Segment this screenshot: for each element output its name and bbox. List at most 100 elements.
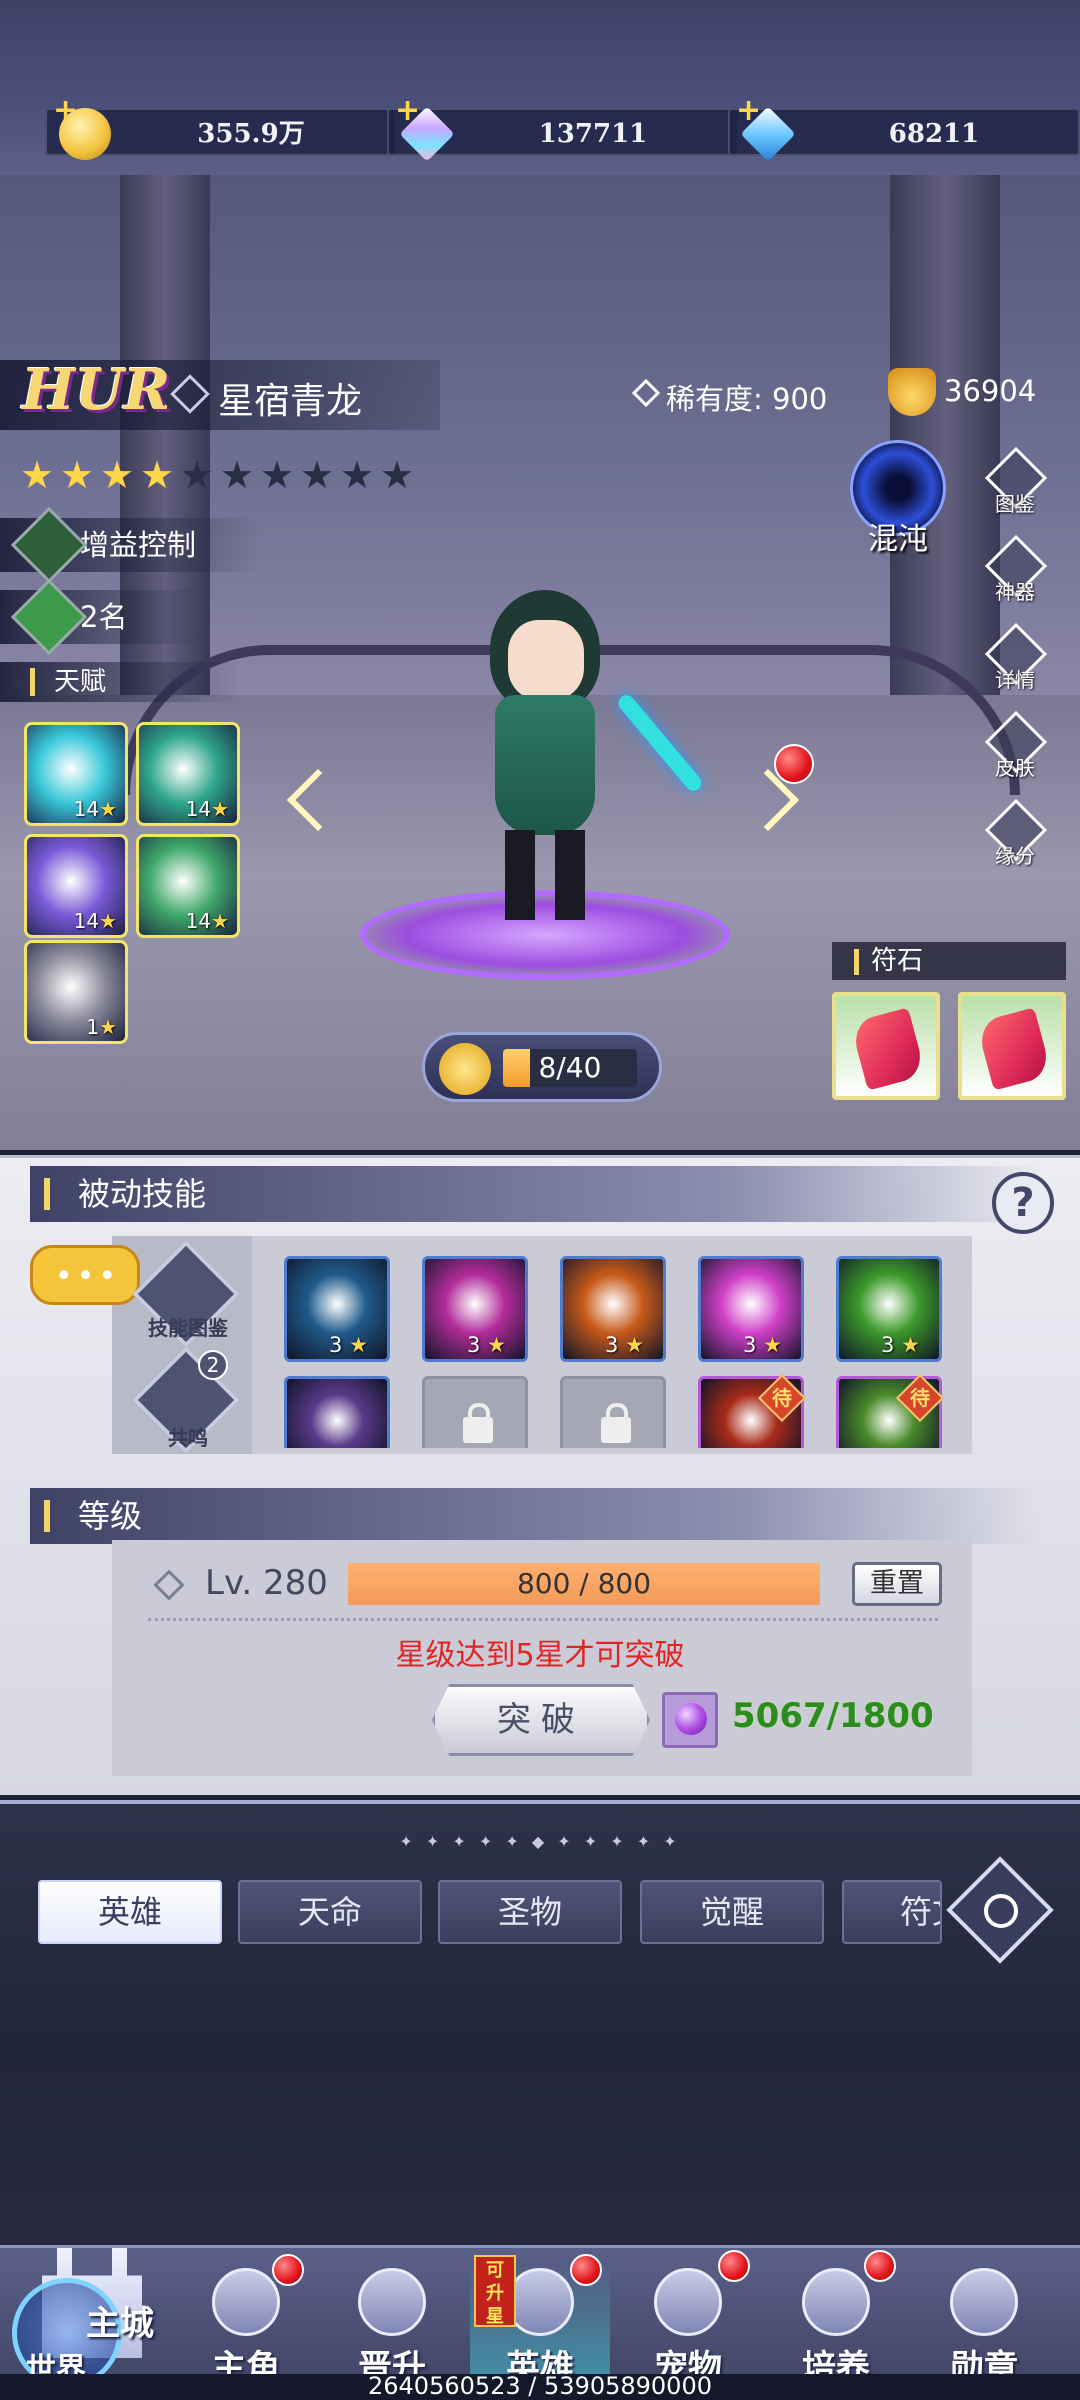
passive-skill[interactable]: 3 ★ bbox=[836, 1256, 942, 1362]
plus-icon[interactable]: + bbox=[395, 96, 420, 126]
background-pillar bbox=[890, 175, 1000, 695]
compendium-button[interactable]: 图鉴 bbox=[982, 446, 1048, 516]
talent-header: 天赋 bbox=[0, 662, 240, 702]
talent-level: 14 bbox=[185, 797, 212, 821]
artifact-button[interactable]: 神器 bbox=[982, 534, 1048, 604]
rune-slot[interactable] bbox=[958, 992, 1066, 1100]
header-accent bbox=[44, 1178, 50, 1210]
gold-currency[interactable]: + 355.9万 bbox=[45, 96, 397, 160]
skill-level-text: 3 bbox=[329, 1333, 343, 1357]
passive-skill[interactable]: 3 ★ bbox=[698, 1256, 804, 1362]
breakthrough-material-icon[interactable] bbox=[662, 1692, 718, 1748]
ornament-divider: ✦ ✦ ✦ ✦ ✦ ◆ ✦ ✦ ✦ ✦ ✦ bbox=[399, 1832, 681, 1851]
star-empty-icon: ★ bbox=[259, 453, 295, 497]
passive-skill[interactable]: 待 bbox=[836, 1373, 945, 1448]
level-value: Lv. 280 bbox=[205, 1563, 328, 1603]
tab-rune[interactable]: 符文 bbox=[842, 1880, 942, 1944]
passive-skill-level: 3 ★ bbox=[605, 1333, 644, 1357]
passive-skill[interactable] bbox=[284, 1376, 390, 1448]
skill-level-text: 3 bbox=[881, 1333, 895, 1357]
can-upgrade-star-badge: 可升星 bbox=[474, 2255, 516, 2327]
lock-icon bbox=[601, 1403, 631, 1443]
passive-skill-level: 3 ★ bbox=[881, 1333, 920, 1357]
locked-skill-slot[interactable] bbox=[422, 1376, 528, 1448]
talent-skill[interactable]: 14★ bbox=[136, 722, 240, 826]
rune-gem-icon bbox=[975, 1007, 1053, 1091]
level-header: 等级 bbox=[30, 1488, 1040, 1544]
star-icon: ★ bbox=[211, 909, 229, 933]
star-icon: ★ bbox=[349, 1333, 368, 1357]
weapon-slot[interactable]: 1★ bbox=[24, 940, 128, 1044]
helmet-icon bbox=[506, 2268, 574, 2336]
element-label: 混沌 bbox=[868, 522, 928, 557]
star-icon: ★ bbox=[211, 797, 229, 821]
star-empty-icon: ★ bbox=[379, 453, 415, 497]
main-city-button[interactable]: 主城 世界 bbox=[12, 2218, 172, 2388]
bond-button[interactable]: 缘分 bbox=[982, 798, 1048, 868]
talent-level: 14 bbox=[185, 909, 212, 933]
rune-gem-icon bbox=[849, 1007, 927, 1091]
star-filled-icon: ★ bbox=[139, 453, 175, 497]
star-icon: ★ bbox=[99, 1015, 117, 1039]
talent-level: 14 bbox=[73, 797, 100, 821]
red-notification-dot bbox=[570, 2254, 602, 2286]
passive-skill[interactable]: 待 bbox=[698, 1373, 807, 1448]
passive-skill[interactable]: 3 ★ bbox=[560, 1256, 666, 1362]
star-icon: ★ bbox=[901, 1333, 920, 1357]
hero-grade: HUR bbox=[22, 357, 171, 423]
talent-skill[interactable]: 14★ bbox=[24, 834, 128, 938]
tab-destiny[interactable]: 天命 bbox=[238, 1880, 422, 1944]
crown-power-icon bbox=[888, 368, 936, 416]
tab-relic[interactable]: 圣物 bbox=[438, 1880, 622, 1944]
star-upgrade-icon bbox=[439, 1043, 491, 1095]
rainbow-diamond-currency[interactable]: + 137711 bbox=[387, 96, 739, 162]
star-icon: ★ bbox=[99, 909, 117, 933]
rarity-text: 稀有度: 900 bbox=[666, 382, 828, 416]
star-filled-icon: ★ bbox=[59, 453, 95, 497]
locked-skill-slot[interactable] bbox=[560, 1376, 666, 1448]
rune-slot[interactable] bbox=[832, 992, 940, 1100]
help-button[interactable]: ? bbox=[992, 1172, 1054, 1234]
star-icon: ★ bbox=[625, 1333, 644, 1357]
talent-skill[interactable]: 14★ bbox=[136, 834, 240, 938]
plus-icon[interactable]: + bbox=[736, 96, 761, 126]
star-progress-text: 8/40 bbox=[538, 1051, 602, 1084]
compass-icon bbox=[802, 2268, 870, 2336]
skin-label: 皮肤 bbox=[995, 756, 1035, 780]
skill-level-text: 3 bbox=[605, 1333, 619, 1357]
red-notification-dot bbox=[774, 744, 814, 784]
hero-leg bbox=[555, 830, 585, 920]
blue-diamond-currency[interactable]: + 68211 bbox=[728, 96, 1080, 162]
skill-level-text: 3 bbox=[467, 1333, 481, 1357]
protagonist-icon bbox=[212, 2268, 280, 2336]
hero-rank-tag[interactable]: 2名 bbox=[0, 578, 200, 656]
skill-level-text: 3 bbox=[743, 1333, 757, 1357]
tab-awaken[interactable]: 觉醒 bbox=[640, 1880, 824, 1944]
compendium-label: 图鉴 bbox=[995, 492, 1035, 516]
star-progress[interactable]: 8/40 bbox=[422, 1032, 662, 1102]
chat-bubble-button[interactable]: ••• bbox=[30, 1245, 140, 1305]
passive-skill[interactable]: 3 ★ bbox=[284, 1256, 390, 1362]
breakthrough-label: 突破 bbox=[497, 1700, 585, 1740]
hero-screen: { "currencies": [ {"name": "gold-coin", … bbox=[0, 0, 1080, 2400]
lock-icon bbox=[463, 1403, 493, 1443]
resonance-label: 共鸣 bbox=[168, 1426, 208, 1450]
details-button[interactable]: 详情 bbox=[982, 622, 1048, 692]
star-icon: ★ bbox=[99, 797, 117, 821]
hero-body bbox=[495, 695, 595, 835]
skill-compendium-label: 技能图鉴 bbox=[148, 1316, 228, 1340]
tab-hero[interactable]: 英雄 bbox=[38, 1880, 222, 1944]
main-city-label: 主城 bbox=[86, 2304, 154, 2344]
passive-skill-level: 3 ★ bbox=[467, 1333, 506, 1357]
level-title: 等级 bbox=[78, 1497, 143, 1535]
red-notification-dot bbox=[272, 2254, 304, 2286]
reset-button[interactable]: 重置 bbox=[852, 1562, 942, 1606]
plus-icon[interactable]: + bbox=[53, 96, 78, 126]
talent-skill[interactable]: 14★ bbox=[24, 722, 128, 826]
passive-skill-level: 3 ★ bbox=[743, 1333, 782, 1357]
pet-icon bbox=[654, 2268, 722, 2336]
weapon-level: 1 bbox=[86, 1015, 100, 1039]
skin-button[interactable]: 皮肤 bbox=[982, 710, 1048, 780]
rune-label: 符石 bbox=[871, 946, 924, 976]
passive-skill[interactable]: 3 ★ bbox=[422, 1256, 528, 1362]
